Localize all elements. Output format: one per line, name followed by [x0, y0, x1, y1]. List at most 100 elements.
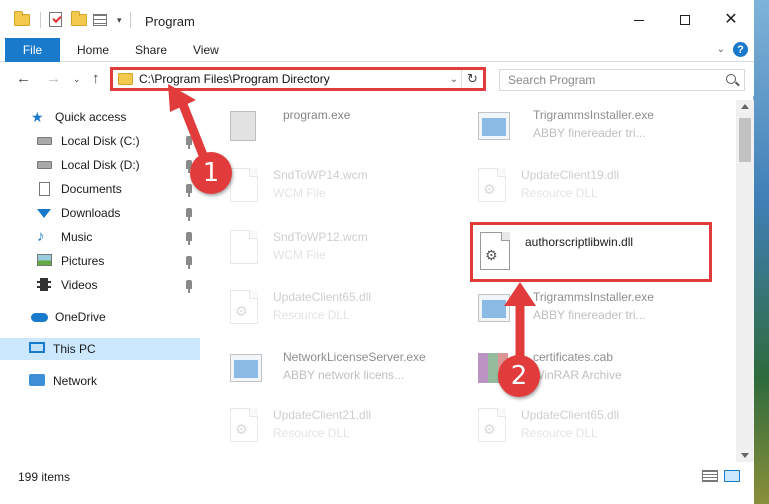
- file-name: certificates.cab: [533, 350, 614, 364]
- explorer-window: ▾ Program ✕ File Home Share View ⌄ ? ← →…: [0, 0, 754, 504]
- file-type: WinRAR Archive: [533, 368, 622, 382]
- new-folder-icon[interactable]: [71, 11, 89, 28]
- file-name: UpdateClient65.dll: [521, 408, 620, 422]
- status-bar: 199 items: [0, 462, 754, 504]
- sidebar-item-label: Local Disk (C:): [61, 134, 140, 148]
- sidebar-item-label: OneDrive: [55, 310, 106, 324]
- close-button[interactable]: ✕: [708, 0, 754, 40]
- music-icon: ♪: [37, 228, 45, 245]
- back-arrow-icon[interactable]: ←: [16, 70, 31, 87]
- file-name: TrigrammsInstaller.exe: [533, 108, 654, 122]
- vertical-scrollbar[interactable]: [736, 100, 754, 462]
- tab-share[interactable]: Share: [135, 38, 167, 62]
- forward-arrow-icon[interactable]: →: [46, 70, 61, 87]
- file-type: WCM File: [273, 248, 326, 262]
- highlighted-file-item[interactable]: ⚙ authorscriptlibwin.dll: [470, 222, 712, 282]
- file-type: Resource DLL: [521, 186, 598, 200]
- tab-file[interactable]: File: [5, 38, 60, 62]
- file-item[interactable]: TrigrammsInstaller.exe ABBY finereader t…: [453, 284, 693, 336]
- address-bar[interactable]: C:\Program Files\Program Directory ⌄ ↻: [110, 67, 486, 91]
- pin-icon[interactable]: [186, 232, 192, 245]
- properties-check-icon[interactable]: [49, 12, 67, 28]
- large-icons-view-icon[interactable]: [724, 470, 740, 482]
- file-item[interactable]: ⚙ UpdateClient65.dll Resource DLL: [453, 402, 693, 454]
- chevron-down-icon[interactable]: ▾: [117, 15, 122, 26]
- file-type: WCM File: [273, 186, 326, 200]
- sidebar-item-documents[interactable]: Documents: [0, 178, 200, 200]
- dll-icon: ⚙: [480, 232, 510, 270]
- recent-locations-chevron-icon[interactable]: ⌄: [73, 74, 81, 85]
- step-2-badge: 2: [498, 355, 540, 397]
- sidebar-item-pictures[interactable]: Pictures: [0, 250, 200, 272]
- folder-icon[interactable]: [14, 11, 32, 28]
- file-item[interactable]: SndToWP14.wcm WCM File: [205, 162, 445, 214]
- file-item[interactable]: ⚙ UpdateClient19.dll Resource DLL: [453, 162, 693, 214]
- scroll-down-icon[interactable]: [741, 453, 749, 458]
- maximize-button[interactable]: [662, 0, 708, 40]
- ribbon-tabs: File Home Share View ⌄ ?: [0, 38, 754, 62]
- sidebar-item-local-disk-c[interactable]: Local Disk (C:): [0, 130, 200, 152]
- onedrive-cloud-icon: [31, 310, 48, 324]
- tab-view[interactable]: View: [193, 38, 219, 62]
- file-item[interactable]: program.exe: [205, 102, 445, 154]
- downloads-icon: [37, 206, 53, 220]
- address-path[interactable]: C:\Program Files\Program Directory: [139, 72, 447, 86]
- customize-toolbar-icon[interactable]: [93, 12, 113, 28]
- pin-icon[interactable]: [186, 184, 192, 197]
- search-icon[interactable]: [726, 74, 736, 84]
- navigation-pane: ★ Quick access Local Disk (C:) Local Dis…: [0, 100, 205, 462]
- desktop-wallpaper-strip: [754, 0, 769, 504]
- file-name: SndToWP12.wcm: [273, 230, 368, 244]
- maximize-icon: [680, 15, 690, 25]
- file-item[interactable]: ⚙ UpdateClient21.dll Resource DLL: [205, 402, 445, 454]
- sidebar-item-network[interactable]: Network: [0, 370, 200, 392]
- scrollbar-thumb[interactable]: [739, 118, 751, 162]
- sidebar-item-onedrive[interactable]: OneDrive: [0, 306, 200, 328]
- file-type: Resource DLL: [273, 308, 350, 322]
- scroll-up-icon[interactable]: [741, 104, 749, 109]
- ribbon-right-controls: ⌄ ?: [717, 42, 748, 57]
- view-toggle: [702, 470, 740, 482]
- file-item[interactable]: NetworkLicenseServer.exe ABBY network li…: [205, 344, 445, 396]
- search-input[interactable]: Search Program: [499, 69, 745, 91]
- file-item[interactable]: certificates.cab WinRAR Archive: [453, 344, 693, 396]
- details-view-icon[interactable]: [702, 470, 718, 482]
- file-icon: [230, 168, 262, 204]
- dll-icon: ⚙: [478, 168, 510, 204]
- this-pc-icon: [29, 342, 45, 356]
- sidebar-item-this-pc[interactable]: This PC: [0, 338, 200, 360]
- dll-icon: ⚙: [230, 408, 262, 444]
- sidebar-item-label: Local Disk (D:): [61, 158, 140, 172]
- documents-icon: [37, 182, 53, 196]
- pin-icon[interactable]: [186, 208, 192, 221]
- file-item[interactable]: TrigrammsInstaller.exe ABBY finereader t…: [453, 102, 693, 154]
- sidebar-item-label: Videos: [61, 278, 98, 292]
- tab-home[interactable]: Home: [77, 38, 109, 62]
- sidebar-item-label: Quick access: [55, 110, 127, 124]
- pin-icon[interactable]: [186, 256, 192, 269]
- sidebar-item-quick-access[interactable]: ★ Quick access: [0, 106, 200, 128]
- sidebar-item-label: Music: [61, 230, 93, 244]
- up-arrow-icon[interactable]: ↑: [92, 70, 100, 87]
- chevron-down-icon[interactable]: ⌄: [447, 74, 461, 85]
- sidebar-item-videos[interactable]: Videos: [0, 274, 200, 296]
- file-item[interactable]: ⚙ UpdateClient65.dll Resource DLL: [205, 284, 445, 336]
- videos-icon: [37, 278, 53, 292]
- pin-icon[interactable]: [186, 136, 192, 149]
- file-item[interactable]: SndToWP12.wcm WCM File: [205, 224, 445, 276]
- file-name: program.exe: [283, 108, 351, 122]
- minimize-icon: [634, 19, 644, 21]
- dll-icon: ⚙: [230, 290, 262, 326]
- sidebar-item-local-disk-d[interactable]: Local Disk (D:): [0, 154, 200, 176]
- minimize-button[interactable]: [616, 0, 662, 40]
- refresh-icon[interactable]: ↻: [461, 70, 483, 88]
- sidebar-item-music[interactable]: ♪ Music: [0, 226, 200, 248]
- local-disk-icon: [37, 158, 53, 172]
- file-name: NetworkLicenseServer.exe: [283, 350, 426, 364]
- help-icon[interactable]: ?: [733, 42, 748, 57]
- expand-ribbon-icon[interactable]: ⌄: [717, 44, 725, 55]
- sidebar-item-label: Documents: [61, 182, 122, 196]
- pin-icon[interactable]: [186, 280, 192, 293]
- sidebar-item-downloads[interactable]: Downloads: [0, 202, 200, 224]
- exe-icon: [478, 108, 510, 144]
